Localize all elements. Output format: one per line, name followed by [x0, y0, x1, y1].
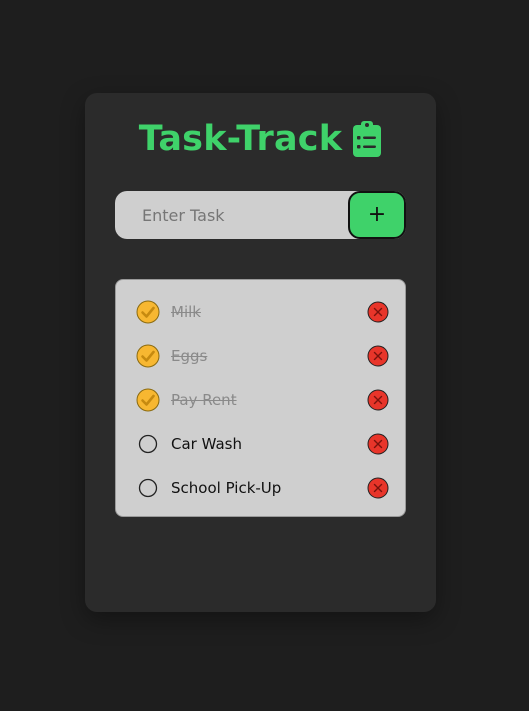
task-list: Milk Eggs Pay Rent Car Wash School Pick-Up [115, 279, 406, 517]
task-item: Eggs [116, 334, 405, 378]
task-item: Milk [116, 290, 405, 334]
task-item: Pay Rent [116, 378, 405, 422]
task-label: Pay Rent [171, 391, 237, 409]
task-input-row: + [115, 191, 406, 239]
task-item: Car Wash [116, 422, 405, 466]
x-circle-icon[interactable] [367, 345, 389, 367]
x-circle-icon[interactable] [367, 301, 389, 323]
x-circle-icon[interactable] [367, 389, 389, 411]
empty-circle-icon[interactable] [136, 476, 160, 500]
x-circle-icon[interactable] [367, 433, 389, 455]
clipboard-list-icon [353, 121, 382, 157]
empty-circle-icon[interactable] [136, 432, 160, 456]
check-circle-icon[interactable] [136, 300, 160, 324]
x-circle-icon[interactable] [367, 477, 389, 499]
task-label: Eggs [171, 347, 208, 365]
task-item: School Pick-Up [116, 466, 405, 510]
check-circle-icon[interactable] [136, 344, 160, 368]
check-circle-icon[interactable] [136, 388, 160, 412]
app-title: Task-Track [138, 119, 343, 159]
header: Task-Track [85, 115, 436, 163]
task-label: Car Wash [171, 435, 242, 453]
task-label: School Pick-Up [171, 479, 282, 497]
add-task-button[interactable]: + [348, 191, 406, 239]
task-card: Task-Track + Milk Eggs Pay Rent Car Wash Sch… [85, 93, 436, 612]
task-label: Milk [171, 303, 201, 321]
